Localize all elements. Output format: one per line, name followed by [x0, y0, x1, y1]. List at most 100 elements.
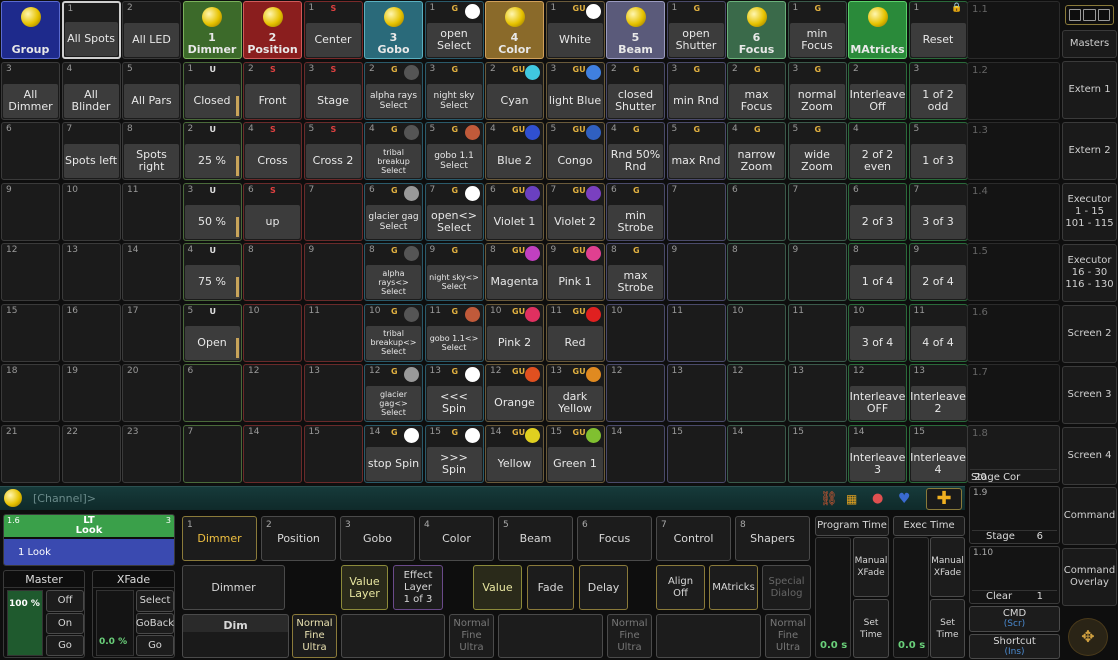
feature-tab[interactable]: 6 Focus	[577, 516, 652, 561]
pool-object[interactable]: 9	[303, 243, 363, 301]
special-dialog-button[interactable]: Special Dialog	[762, 565, 811, 610]
pool-object[interactable]: 3 All Dimmer	[1, 61, 60, 120]
pool-object[interactable]: 10 3 of 4	[848, 303, 907, 362]
pool-header[interactable]: 6 Focus	[727, 1, 786, 59]
pool-object[interactable]: 9 GU Pink 1	[545, 243, 605, 301]
encoder-2[interactable]	[341, 614, 445, 658]
network-icon[interactable]: ⛓	[820, 490, 838, 508]
pool-object[interactable]: 13	[61, 243, 121, 301]
matricks-button[interactable]: MAtricks	[709, 565, 758, 610]
side-view-button[interactable]: Executor 16 - 30 116 - 130	[1062, 244, 1117, 302]
pool-object[interactable]: 2 All LED	[122, 1, 181, 59]
pool-object[interactable]: 10	[61, 182, 121, 241]
user-icon[interactable]	[4, 489, 22, 507]
dim-encoder[interactable]: Dim	[182, 614, 289, 658]
pool-object[interactable]: 5 GU Congo	[545, 122, 605, 180]
pool-object[interactable]: 18	[1, 364, 60, 422]
feature-tab[interactable]: 2 Position	[261, 516, 336, 561]
pool-object[interactable]: 12 GU Orange	[485, 364, 544, 422]
exec-set-time[interactable]: Set Time	[930, 599, 965, 658]
pool-object[interactable]: 10	[243, 303, 302, 362]
pool-object[interactable]: 12 Interleave OFF	[848, 364, 907, 422]
pool-object[interactable]: 10	[727, 303, 786, 362]
pool-object[interactable]: 7 GU Violet 2	[545, 182, 605, 241]
cmd-button[interactable]: CMD (Scr)	[969, 606, 1060, 632]
shortcut-button[interactable]: Shortcut (Ins)	[969, 634, 1060, 659]
pool-object[interactable]: 13	[787, 364, 847, 422]
pool-object[interactable]: 5 Ggobo 1.1 Select	[424, 122, 484, 180]
side-view-button[interactable]: Screen 2	[1062, 305, 1117, 363]
pool-object[interactable]: 14	[122, 243, 181, 301]
pool-header[interactable]: 4 Color	[485, 1, 544, 59]
pool-object[interactable]: 13	[303, 364, 363, 422]
pool-object[interactable]: 11	[122, 182, 181, 241]
pool-object[interactable]: 11 4 of 4	[908, 303, 968, 362]
pool-object[interactable]: 3 Gnormal Zoom	[787, 61, 847, 120]
encoder-3-resolution[interactable]: Normal Fine Ultra	[607, 614, 652, 658]
pool-object[interactable]: 12	[606, 364, 665, 422]
view-slot[interactable]: 1.3	[967, 122, 1060, 180]
encoder-1-resolution[interactable]: Normal Fine Ultra	[292, 614, 337, 658]
pool-object[interactable]: 22	[61, 424, 121, 483]
side-view-button[interactable]: Command Overlay	[1062, 548, 1117, 606]
pool-object[interactable]: 14	[606, 424, 665, 483]
pool-object[interactable]: 14 GU Yellow	[485, 424, 544, 483]
heart-icon[interactable]: ♥	[898, 490, 916, 508]
pool-object[interactable]: 10 Gtribal breakup<> Select	[364, 303, 423, 362]
pool-object[interactable]: 4 All Blinder	[61, 61, 121, 120]
dimmer-encoder-button[interactable]: Dimmer	[182, 565, 285, 610]
pool-object[interactable]: 10 GU Pink 2	[485, 303, 544, 362]
pool-object[interactable]: 2 Interleave Off	[848, 61, 907, 120]
fixtures-icon[interactable]: ▦	[846, 490, 864, 508]
pool-object[interactable]: 1 U Closed	[182, 61, 242, 120]
pool-object[interactable]: 7	[666, 182, 726, 241]
pool-object[interactable]: 2 U 25 %	[182, 122, 242, 180]
pool-object[interactable]: 14	[727, 424, 786, 483]
xfade-goback-button[interactable]: GoBack	[136, 613, 174, 634]
pool-object[interactable]: 6 2 of 3	[848, 182, 907, 241]
pool-object[interactable]: 14	[243, 424, 302, 483]
pool-object[interactable]: 2 S Front	[243, 61, 302, 120]
pool-object[interactable]: 1 Gopen Shutter	[666, 1, 726, 59]
master-fader-track[interactable]: 100 %	[7, 590, 43, 656]
encoder-3[interactable]	[498, 614, 603, 658]
view-slot[interactable]: 1.1	[967, 1, 1060, 59]
pool-object[interactable]: 11 Ggobo 1.1<> Select	[424, 303, 484, 362]
pool-object[interactable]: 1 All Spots	[61, 1, 121, 59]
pool-object[interactable]: 11	[303, 303, 363, 362]
pool-object[interactable]: 12	[727, 364, 786, 422]
pool-object[interactable]: 6 Sup	[243, 182, 302, 241]
pool-object[interactable]: 19	[61, 364, 121, 422]
pool-object[interactable]: 1 GU White	[545, 1, 605, 59]
pool-object[interactable]: 13	[666, 364, 726, 422]
delay-button[interactable]: Delay	[579, 565, 628, 610]
colors-icon[interactable]: ●	[872, 490, 890, 508]
master-go-button[interactable]: Go	[46, 635, 84, 656]
side-view-button[interactable]: Command	[1062, 487, 1117, 545]
pool-object[interactable]: 8 GU Magenta	[485, 243, 544, 301]
xfade-fader-track[interactable]: 0.0 %	[96, 590, 134, 656]
view-1-9[interactable]: 1.9 Stage 6	[969, 486, 1060, 544]
pool-object[interactable]: 2 Gclosed Shutter	[606, 61, 665, 120]
value-button[interactable]: Value	[473, 565, 522, 610]
pool-object[interactable]: 5 All Pars	[122, 61, 181, 120]
feature-tab[interactable]: 4 Color	[419, 516, 494, 561]
pool-object[interactable]: 3 S Stage	[303, 61, 363, 120]
pool-object[interactable]: 5 1 of 3	[908, 122, 968, 180]
pool-header[interactable]: 5 Beam	[606, 1, 665, 59]
pool-object[interactable]: 15	[303, 424, 363, 483]
pool-object[interactable]: 16	[61, 303, 121, 362]
pool-object[interactable]: 8 Galpha rays<> Select	[364, 243, 423, 301]
pool-object[interactable]: 5 S Cross 2	[303, 122, 363, 180]
pool-object[interactable]: 6 GU Violet 1	[485, 182, 544, 241]
xfade-go-button[interactable]: Go	[136, 635, 174, 656]
pool-object[interactable]: 1 🔒 Reset	[908, 1, 968, 59]
pool-object[interactable]: 9	[666, 243, 726, 301]
pool-object[interactable]: 17	[122, 303, 181, 362]
pool-object[interactable]: 14 Interleave 3	[848, 424, 907, 483]
pool-header[interactable]: 1 Dimmer	[182, 1, 242, 59]
pool-object[interactable]: 6 Gglacier gag Select	[364, 182, 423, 241]
pool-object[interactable]: 2 GU Cyan	[485, 61, 544, 120]
pool-object[interactable]: 7 3 of 3	[908, 182, 968, 241]
master-on-button[interactable]: On	[46, 613, 84, 634]
